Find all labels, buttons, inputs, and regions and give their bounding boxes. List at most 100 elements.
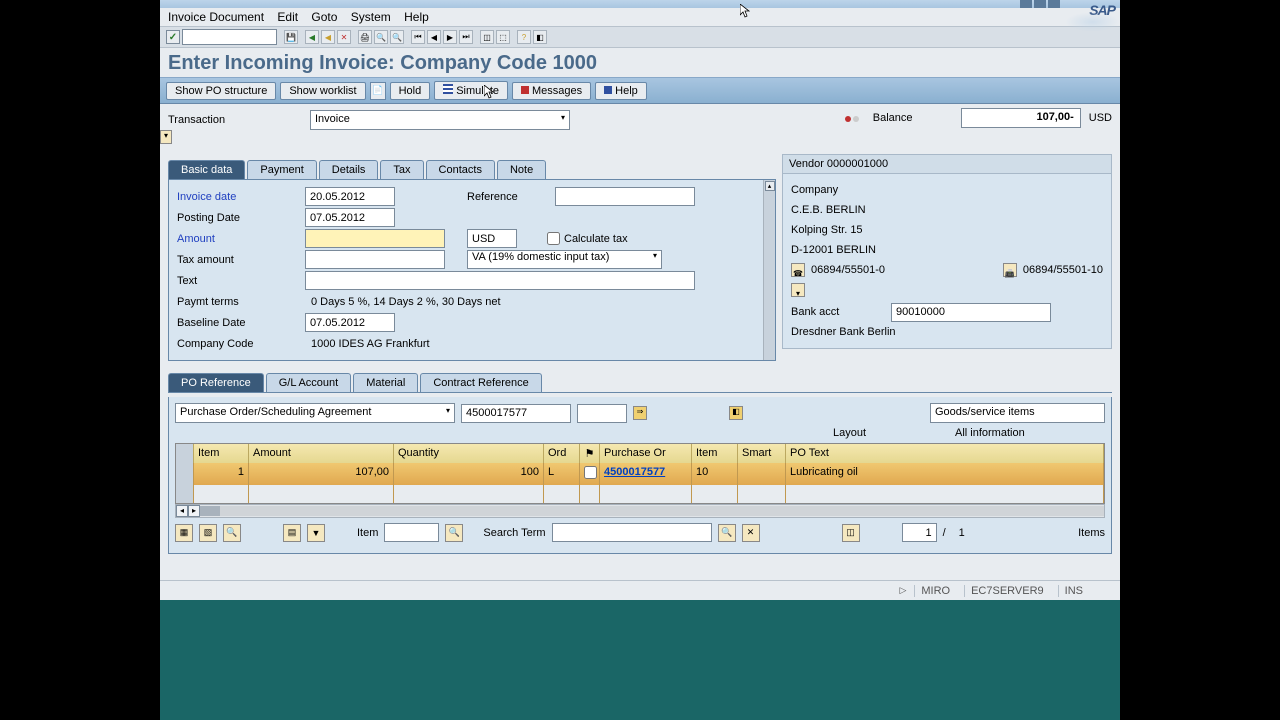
- menu-goto[interactable]: Goto: [311, 10, 337, 24]
- col-amount[interactable]: Amount: [249, 444, 394, 463]
- cell-amount[interactable]: 107,00: [249, 463, 394, 485]
- vendor-name1: Company: [791, 180, 1103, 200]
- po-number-input[interactable]: [461, 404, 571, 423]
- footer-item-input[interactable]: [384, 523, 439, 542]
- pager-icon[interactable]: ◫: [842, 524, 860, 542]
- balance-currency: USD: [1089, 112, 1112, 124]
- amount-input[interactable]: [305, 229, 445, 248]
- expand-icon[interactable]: ▾: [160, 130, 172, 144]
- tax-amount-input[interactable]: [305, 250, 445, 269]
- more-po-icon[interactable]: ⇒: [633, 406, 647, 420]
- tab-details[interactable]: Details: [319, 160, 379, 179]
- tab-po-reference[interactable]: PO Reference: [168, 373, 264, 392]
- menu-help[interactable]: Help: [404, 10, 429, 24]
- layout-icon[interactable]: ◧: [533, 30, 547, 44]
- item-search-icon[interactable]: 🔍: [445, 524, 463, 542]
- posting-date-input[interactable]: [305, 208, 395, 227]
- help-button[interactable]: Help: [595, 82, 647, 100]
- goods-service-select[interactable]: Goods/service items: [930, 403, 1105, 423]
- tab-tax[interactable]: Tax: [380, 160, 423, 179]
- prev-page-icon[interactable]: ◀: [427, 30, 441, 44]
- pager-current[interactable]: [902, 523, 937, 542]
- close-icon[interactable]: [1048, 0, 1060, 8]
- messages-button[interactable]: Messages: [512, 82, 591, 100]
- ref-category-select[interactable]: Purchase Order/Scheduling Agreement▾: [175, 403, 455, 423]
- next-page-icon[interactable]: ▶: [443, 30, 457, 44]
- table-row[interactable]: 1 107,00 100 L 4500017577 10 Lubricating…: [176, 463, 1104, 485]
- baseline-date-input[interactable]: [305, 313, 395, 332]
- col-item[interactable]: Item: [194, 444, 249, 463]
- table-row[interactable]: [176, 485, 1104, 503]
- horizontal-scrollbar[interactable]: ◂▸: [175, 504, 1105, 518]
- po-item-input[interactable]: [577, 404, 627, 423]
- col-po-text[interactable]: PO Text: [786, 444, 1104, 463]
- col-flag[interactable]: ⚑: [580, 444, 600, 463]
- transaction-select[interactable]: Invoice▾: [310, 110, 570, 130]
- show-po-structure-button[interactable]: Show PO structure: [166, 82, 276, 100]
- text-input[interactable]: [305, 271, 695, 290]
- command-field[interactable]: [182, 29, 277, 45]
- filter-icon[interactable]: ▤: [283, 524, 301, 542]
- tab-material[interactable]: Material: [353, 373, 418, 392]
- phone-icon[interactable]: ☎: [791, 263, 805, 277]
- cell-po-link[interactable]: 4500017577: [604, 466, 665, 478]
- find-icon[interactable]: 🔍: [374, 30, 388, 44]
- tab-contacts[interactable]: Contacts: [426, 160, 495, 179]
- cell-qty[interactable]: 100: [394, 463, 544, 485]
- po-reference-panel: Purchase Order/Scheduling Agreement▾ ⇒ ◧…: [168, 397, 1112, 554]
- new-session-icon[interactable]: ◫: [480, 30, 494, 44]
- find-icon[interactable]: 🔍: [718, 524, 736, 542]
- cancel-icon[interactable]: ✕: [337, 30, 351, 44]
- calculate-tax-checkbox[interactable]: [547, 232, 560, 245]
- col-ord[interactable]: Ord: [544, 444, 580, 463]
- menu-invoice-document[interactable]: Invoice Document: [168, 10, 264, 24]
- find-next-icon[interactable]: 🔍: [390, 30, 404, 44]
- tax-code-select[interactable]: VA (19% domestic input tax)▾: [467, 250, 662, 269]
- tab-gl-account[interactable]: G/L Account: [266, 373, 352, 392]
- deselect-all-icon[interactable]: ▧: [199, 524, 217, 542]
- save-icon[interactable]: 💾: [284, 30, 298, 44]
- help-icon[interactable]: ?: [517, 30, 531, 44]
- show-worklist-button[interactable]: Show worklist: [280, 82, 365, 100]
- hold-button[interactable]: Hold: [390, 82, 431, 100]
- amount-currency[interactable]: [467, 229, 517, 248]
- simulate-button[interactable]: Simulate: [434, 81, 508, 100]
- fax-icon[interactable]: 📠: [1003, 263, 1017, 277]
- layout-select[interactable]: All information: [955, 427, 1105, 439]
- cell-unit[interactable]: L: [544, 463, 580, 485]
- col-po-item[interactable]: Item: [692, 444, 738, 463]
- col-quantity[interactable]: Quantity: [394, 444, 544, 463]
- scrollbar[interactable]: ▴: [763, 180, 775, 360]
- print-icon[interactable]: 🖨: [358, 30, 372, 44]
- sort-icon[interactable]: 🔍: [223, 524, 241, 542]
- display-vendor-icon[interactable]: ▾: [791, 283, 805, 297]
- delete-icon[interactable]: ▼: [307, 524, 325, 542]
- shortcut-icon[interactable]: ⬚: [496, 30, 510, 44]
- search-term-input[interactable]: [552, 523, 712, 542]
- menu-system[interactable]: System: [351, 10, 391, 24]
- menu-edit[interactable]: Edit: [277, 10, 298, 24]
- back-icon[interactable]: ◀: [305, 30, 319, 44]
- col-selector[interactable]: [176, 444, 194, 463]
- assign-icon[interactable]: ◧: [729, 406, 743, 420]
- col-smart[interactable]: Smart: [738, 444, 786, 463]
- tab-contract-reference[interactable]: Contract Reference: [420, 373, 541, 392]
- tab-basic-data[interactable]: Basic data: [168, 160, 245, 179]
- first-page-icon[interactable]: ⏮: [411, 30, 425, 44]
- select-all-icon[interactable]: ▦: [175, 524, 193, 542]
- bank-acct-value: [891, 303, 1051, 322]
- cell-check[interactable]: [580, 463, 600, 485]
- statusbar: ▷ MIRO EC7SERVER9 INS: [160, 580, 1120, 600]
- col-purchase-order[interactable]: Purchase Or: [600, 444, 692, 463]
- tab-payment[interactable]: Payment: [247, 160, 316, 179]
- last-page-icon[interactable]: ⏭: [459, 30, 473, 44]
- exit-icon[interactable]: ◀: [321, 30, 335, 44]
- other-invoice-icon[interactable]: 📄: [370, 82, 386, 100]
- invoice-date-input[interactable]: [305, 187, 395, 206]
- find-cancel-icon[interactable]: ✕: [742, 524, 760, 542]
- enter-button[interactable]: ✓: [166, 30, 180, 44]
- maximize-icon[interactable]: [1034, 0, 1046, 8]
- tab-note[interactable]: Note: [497, 160, 546, 179]
- minimize-icon[interactable]: [1020, 0, 1032, 8]
- reference-input[interactable]: [555, 187, 695, 206]
